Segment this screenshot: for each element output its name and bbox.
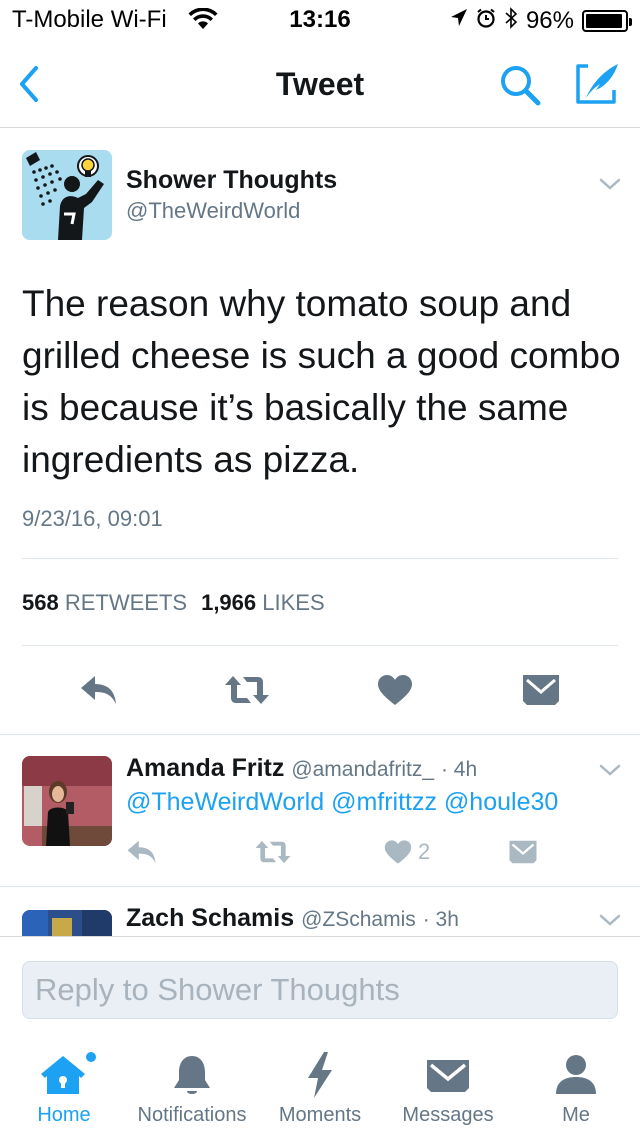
tab-notifications[interactable]: Notifications: [128, 1036, 256, 1136]
retweet-icon: [225, 676, 269, 704]
chevron-down-icon: [599, 764, 621, 776]
retweets-stat[interactable]: 568 RETWEETS: [22, 590, 187, 615]
avatar[interactable]: [22, 910, 112, 936]
shower-thoughts-logo-icon: [22, 150, 112, 240]
reply-item[interactable]: Amanda Fritz @amandafritz_ · 4h @TheWeir…: [22, 754, 622, 876]
reply-button[interactable]: [74, 665, 124, 715]
reply-actions: 2: [126, 834, 586, 870]
profile-photo-icon: [22, 756, 112, 846]
reply-options-button[interactable]: [598, 908, 622, 932]
battery-percent: 96%: [525, 6, 574, 34]
reply-composer[interactable]: [22, 961, 618, 1019]
envelope-icon: [523, 675, 559, 705]
avatar[interactable]: [22, 150, 112, 240]
direct-message-button[interactable]: [508, 834, 538, 870]
search-icon: [501, 66, 541, 106]
tweet-header: Shower Thoughts @TheWeirdWorld: [22, 150, 622, 242]
compose-tweet-button[interactable]: [572, 60, 622, 108]
tab-moments[interactable]: Moments: [256, 1036, 384, 1136]
author-handle[interactable]: @TheWeirdWorld: [126, 198, 300, 224]
retweet-button[interactable]: [222, 665, 272, 715]
nav-bar: Tweet: [0, 40, 640, 128]
author-name[interactable]: Shower Thoughts: [126, 166, 337, 195]
tab-moments-label: Moments: [278, 1104, 362, 1126]
retweet-label: RETWEETS: [64, 590, 188, 615]
lightning-icon: [308, 1052, 332, 1098]
reply-author-handle[interactable]: @ZSchamis: [301, 908, 416, 931]
compose-tweet-icon: [576, 64, 618, 104]
divider: [0, 886, 640, 887]
profile-photo-icon: [22, 910, 112, 936]
reply-age: · 3h: [422, 908, 459, 931]
reply-author-name[interactable]: Amanda Fritz: [126, 754, 284, 782]
retweet-icon: [255, 840, 291, 864]
tab-messages[interactable]: Messages: [384, 1036, 512, 1136]
divider: [22, 645, 618, 646]
like-button[interactable]: [370, 665, 420, 715]
envelope-icon: [509, 840, 537, 864]
tweet-options-button[interactable]: [598, 172, 622, 196]
tab-home[interactable]: Home: [0, 1036, 128, 1136]
tab-messages-label: Messages: [402, 1104, 494, 1126]
retweet-count: 568: [22, 590, 59, 615]
envelope-icon: [427, 1060, 469, 1092]
tweet-stats: 568 RETWEETS 1,966 LIKES: [22, 590, 325, 616]
reply-input[interactable]: [23, 962, 617, 1018]
tab-me[interactable]: Me: [512, 1036, 640, 1136]
search-button[interactable]: [496, 62, 546, 110]
reply-arrow-icon: [81, 676, 116, 704]
tab-notifications-label: Notifications: [137, 1104, 247, 1126]
avatar[interactable]: [22, 756, 112, 846]
tweet-text: The reason why tomato soup and grilled c…: [22, 283, 621, 480]
reply-options-button[interactable]: [598, 758, 622, 782]
location-arrow-icon: [450, 8, 468, 33]
reply-composer-bar: [0, 936, 640, 1030]
alarm-icon: [476, 8, 496, 33]
reply-item[interactable]: Zach Schamis @ZSchamis · 3h: [22, 906, 622, 936]
status-bar: T-Mobile Wi-Fi 13:16 96%: [0, 0, 640, 40]
chevron-down-icon: [599, 178, 621, 190]
divider: [22, 558, 618, 559]
like-label: LIKES: [262, 590, 325, 615]
tab-bar: Home Notifications Moments Messages Me: [0, 1036, 640, 1136]
direct-message-button[interactable]: [516, 665, 566, 715]
reply-text[interactable]: @TheWeirdWorld @mfrittzz @houle30: [126, 788, 558, 817]
person-icon: [556, 1055, 596, 1094]
like-count: 1,966: [201, 590, 257, 615]
chevron-down-icon: [599, 914, 621, 926]
battery-icon: [582, 9, 632, 32]
tweet-timestamp: 9/23/16, 09:01: [22, 506, 163, 531]
reply-author-handle[interactable]: @amandafritz_: [291, 758, 434, 781]
new-content-dot: [86, 1052, 96, 1062]
likes-stat[interactable]: 1,966 LIKES: [201, 590, 325, 615]
reply-arrow-icon: [127, 840, 156, 864]
like-count: 2: [418, 839, 431, 864]
retweet-button[interactable]: [254, 834, 292, 870]
tab-me-label: Me: [562, 1104, 590, 1126]
bell-icon: [174, 1056, 210, 1094]
reply-button[interactable]: [126, 834, 158, 870]
reply-age: · 4h: [440, 758, 478, 781]
home-icon: [41, 1056, 85, 1094]
bluetooth-icon: [504, 6, 518, 35]
tweet-actions: [0, 665, 640, 715]
heart-icon: [378, 675, 412, 705]
divider: [0, 734, 640, 735]
like-button[interactable]: 2: [384, 834, 430, 870]
heart-icon: [384, 840, 412, 864]
reply-author-name[interactable]: Zach Schamis: [126, 906, 294, 932]
